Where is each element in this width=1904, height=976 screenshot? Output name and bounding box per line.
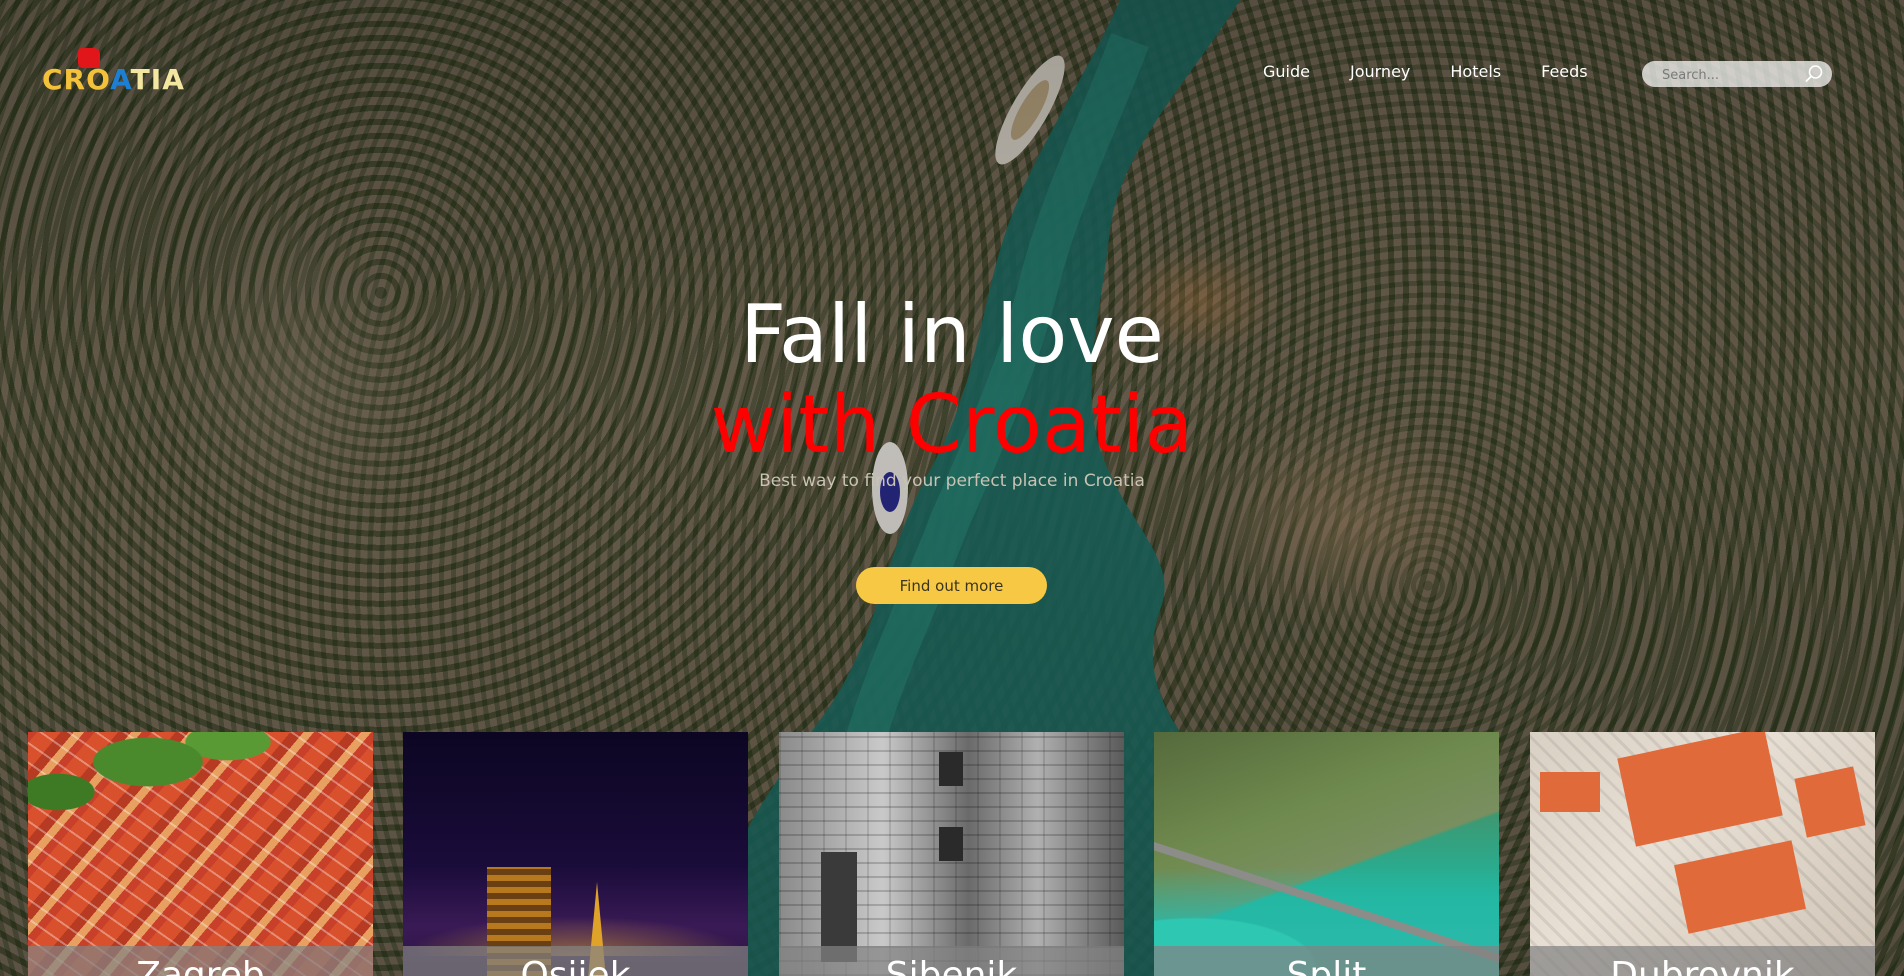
city-card-label: Split bbox=[1154, 946, 1499, 976]
city-card-label: Dubrovnik bbox=[1530, 946, 1875, 976]
sibenik-photo bbox=[779, 732, 1124, 976]
dubrovnik-photo bbox=[1530, 732, 1875, 976]
croatia-logo[interactable]: CROATIA bbox=[42, 46, 184, 104]
city-card-osijek[interactable]: Osijek bbox=[403, 732, 748, 976]
hero-title-line-2: with Croatia bbox=[710, 378, 1194, 471]
city-card-sibenik[interactable]: Sibenik bbox=[779, 732, 1124, 976]
split-photo bbox=[1154, 732, 1499, 976]
find-out-more-button[interactable]: Find out more bbox=[856, 567, 1047, 604]
city-card-split[interactable]: Split bbox=[1154, 732, 1499, 976]
city-card-dubrovnik[interactable]: Dubrovnik bbox=[1530, 732, 1875, 976]
city-card-zagreb[interactable]: Zagreb bbox=[28, 732, 373, 976]
main-navigation: Guide Journey Hotels Feeds bbox=[1263, 60, 1628, 84]
zagreb-photo bbox=[28, 732, 373, 976]
hero-subtitle: Best way to find your perfect place in C… bbox=[759, 471, 1145, 491]
nav-item-feeds[interactable]: Feeds bbox=[1541, 60, 1588, 84]
search-input[interactable] bbox=[1660, 64, 1794, 86]
nav-item-guide[interactable]: Guide bbox=[1263, 60, 1310, 84]
logo-text-part-2: A bbox=[110, 63, 131, 96]
city-card-label: Zagreb bbox=[28, 946, 373, 976]
logo-wordmark: CROATIA bbox=[42, 66, 185, 94]
osijek-photo bbox=[403, 732, 748, 976]
city-card-label: Sibenik bbox=[779, 946, 1124, 976]
search-box bbox=[1642, 61, 1832, 87]
search-icon[interactable] bbox=[1804, 64, 1824, 84]
city-card-label: Osijek bbox=[403, 946, 748, 976]
logo-text-part-1: CRO bbox=[42, 63, 111, 96]
nav-item-journey[interactable]: Journey bbox=[1350, 60, 1410, 84]
hero-title-line-1: Fall in love bbox=[740, 288, 1164, 381]
city-cards: Zagreb Osijek Sibenik Split Dubrovnik bbox=[28, 732, 1876, 976]
nav-item-hotels[interactable]: Hotels bbox=[1450, 60, 1501, 84]
logo-text-part-3: TIA bbox=[130, 63, 185, 96]
